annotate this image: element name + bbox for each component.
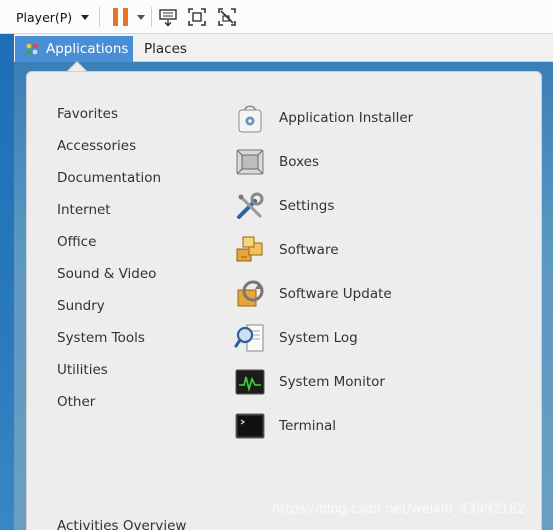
software-update-icon: [237, 280, 264, 307]
toolbar-divider: [99, 7, 100, 27]
places-menu-button[interactable]: Places: [144, 36, 187, 62]
category-label: System Tools: [57, 330, 145, 346]
activities-overview-label: Activities Overview: [57, 518, 187, 530]
gnome-foot-icon: [26, 43, 38, 55]
category-label: Office: [57, 234, 97, 250]
category-sound-video[interactable]: Sound & Video: [57, 258, 207, 290]
pause-menu-chevron-icon[interactable]: [137, 15, 145, 20]
app-settings[interactable]: Settings: [233, 184, 523, 228]
app-label: Software: [279, 242, 339, 258]
software-icon: [236, 236, 263, 262]
applications-menu-button[interactable]: Applications: [15, 36, 133, 62]
app-label: System Log: [279, 330, 358, 346]
applications-menu-popup: Favorites Accessories Documentation Inte…: [26, 71, 542, 530]
category-label: Accessories: [57, 138, 137, 154]
category-internet[interactable]: Internet: [57, 194, 207, 226]
category-sundry[interactable]: Sundry: [57, 290, 207, 322]
toolbar-divider: [151, 7, 152, 27]
pause-icon[interactable]: [113, 8, 129, 26]
watermark-text: https://blog.csdn.net/weixin_43992162: [272, 502, 526, 517]
settings-icon: [237, 192, 264, 219]
system-monitor-icon: [235, 369, 265, 395]
system-log-icon: [234, 324, 264, 352]
app-label: Settings: [279, 198, 335, 214]
category-label: Other: [57, 394, 96, 410]
app-system-monitor[interactable]: System Monitor: [233, 360, 523, 404]
terminal-icon: [235, 413, 265, 439]
fit-guest-icon[interactable]: [187, 7, 207, 27]
app-boxes[interactable]: Boxes: [233, 140, 523, 184]
app-label: Application Installer: [279, 110, 414, 126]
app-label: Software Update: [279, 286, 392, 302]
category-system-tools[interactable]: System Tools: [57, 322, 207, 354]
app-installer-icon: [238, 105, 262, 133]
app-application-installer[interactable]: Application Installer: [233, 96, 523, 140]
category-label: Sundry: [57, 298, 105, 314]
app-system-log[interactable]: System Log: [233, 316, 523, 360]
category-other[interactable]: Other: [57, 386, 207, 418]
desktop-edge: [0, 34, 14, 530]
app-software-update[interactable]: Software Update: [233, 272, 523, 316]
app-label: Terminal: [279, 418, 337, 434]
boxes-icon: [236, 149, 264, 175]
application-list: Application Installer Boxes Settings Sof…: [233, 96, 523, 448]
category-label: Utilities: [57, 362, 108, 378]
player-menu[interactable]: Player(P): [16, 8, 90, 26]
category-favorites[interactable]: Favorites: [57, 98, 207, 130]
player-toolbar: Player(P): [0, 0, 553, 34]
send-ctrl-alt-del-icon[interactable]: [158, 7, 178, 27]
applications-label: Applications: [46, 41, 129, 57]
category-label: Favorites: [57, 106, 118, 122]
category-accessories[interactable]: Accessories: [57, 130, 207, 162]
app-label: System Monitor: [279, 374, 385, 390]
activities-overview-link[interactable]: Activities Overview: [57, 518, 186, 530]
places-label: Places: [144, 41, 187, 57]
category-label: Internet: [57, 202, 111, 218]
category-label: Sound & Video: [57, 266, 157, 282]
app-label: Boxes: [279, 154, 320, 170]
unity-mode-icon[interactable]: [217, 7, 237, 27]
category-office[interactable]: Office: [57, 226, 207, 258]
category-documentation[interactable]: Documentation: [57, 162, 207, 194]
category-list: Favorites Accessories Documentation Inte…: [57, 98, 207, 418]
chevron-down-icon: [81, 14, 90, 20]
category-label: Documentation: [57, 170, 162, 186]
player-menu-label: Player(P): [16, 9, 73, 25]
app-software[interactable]: Software: [233, 228, 523, 272]
gnome-top-panel: Applications Places: [14, 34, 553, 62]
app-terminal[interactable]: Terminal: [233, 404, 523, 448]
category-utilities[interactable]: Utilities: [57, 354, 207, 386]
